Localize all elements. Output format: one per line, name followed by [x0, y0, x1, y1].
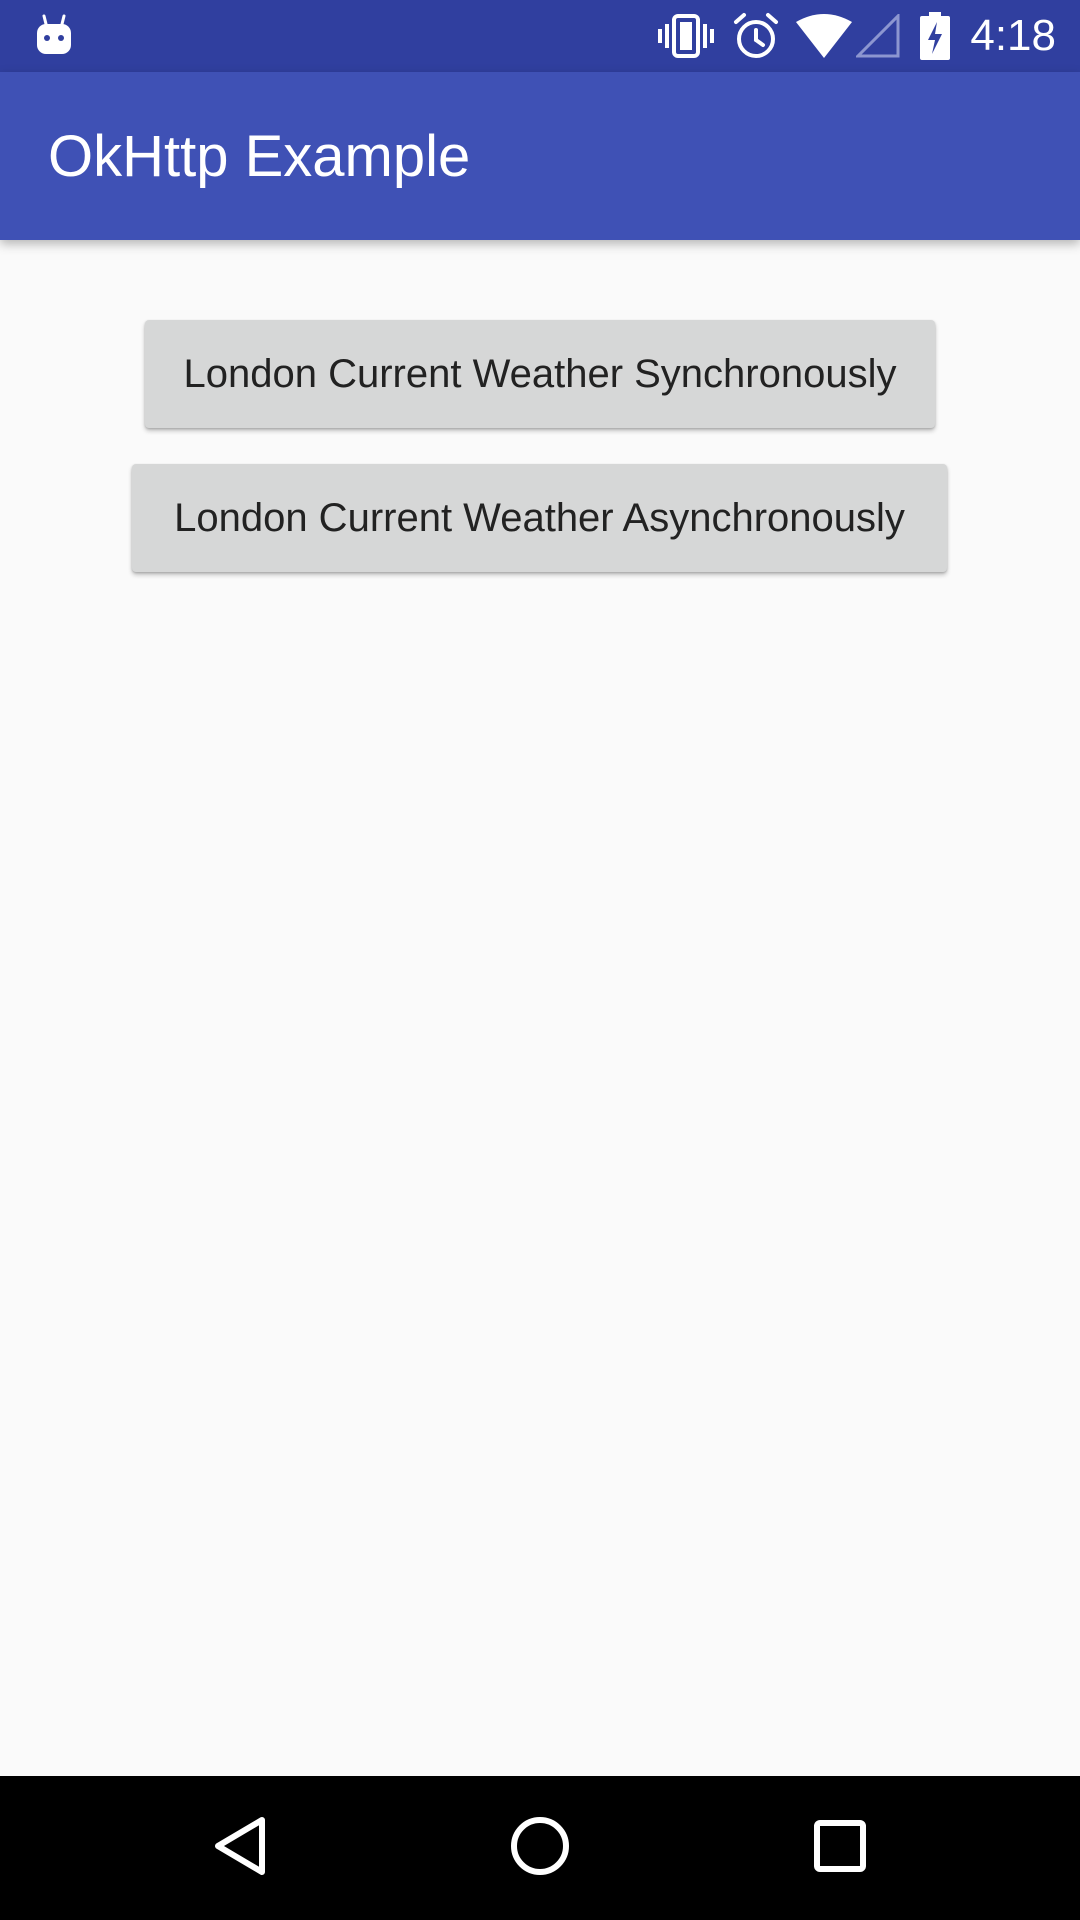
weather-async-button[interactable]: London Current Weather Asynchronously	[132, 464, 947, 572]
wifi-icon	[796, 14, 852, 58]
alarm-icon	[732, 12, 780, 60]
vibrate-icon	[658, 14, 714, 58]
back-button[interactable]	[188, 1796, 292, 1900]
navigation-bar	[0, 1776, 1080, 1920]
home-button[interactable]	[488, 1796, 592, 1900]
recents-icon	[813, 1819, 867, 1878]
back-icon	[210, 1814, 270, 1883]
recents-button[interactable]	[788, 1796, 892, 1900]
home-icon	[509, 1815, 571, 1882]
app-bar: OkHttp Example	[0, 72, 1080, 240]
battery-charging-icon	[920, 12, 950, 60]
page-title: OkHttp Example	[48, 124, 471, 189]
android-notification-icon	[34, 14, 74, 58]
status-bar: 4:18	[0, 0, 1080, 72]
main-content: London Current Weather Synchronously Lon…	[0, 240, 1080, 1776]
status-time: 4:18	[970, 11, 1056, 60]
weather-sync-button[interactable]: London Current Weather Synchronously	[145, 320, 935, 428]
signal-icon	[854, 12, 900, 58]
